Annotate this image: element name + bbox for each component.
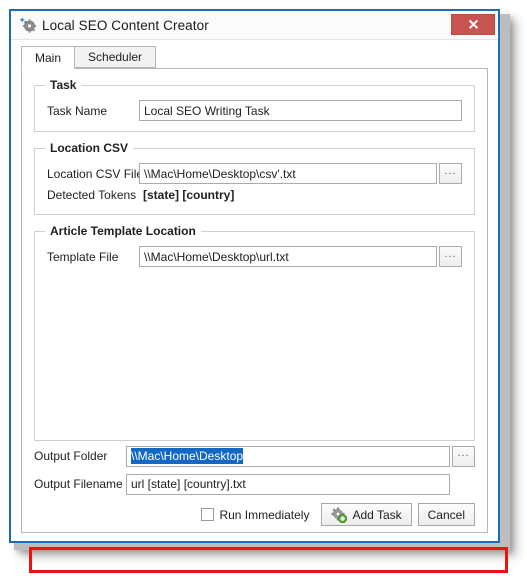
row-template-file: Template File \\Mac\Home\Desktop\url.txt… (47, 246, 462, 267)
tab-page-main: Task Task Name Local SEO Writing Task Lo… (21, 68, 508, 573)
title-bar: Local SEO Content Creator (11, 11, 498, 40)
detected-tokens-label: Detected Tokens (47, 188, 137, 202)
close-button[interactable] (451, 14, 495, 35)
run-immediately-label: Run Immediately (219, 507, 310, 522)
output-filename-label: Output Filename (34, 477, 123, 491)
gear-plus-icon (331, 507, 348, 523)
task-name-input[interactable]: Local SEO Writing Task (139, 100, 462, 121)
template-file-label: Template File (47, 249, 119, 264)
location-csv-browse-button[interactable]: ... (439, 163, 462, 184)
location-csv-file-label: Location CSV File (47, 166, 144, 181)
group-task: Task Task Name Local SEO Writing Task (34, 78, 475, 132)
run-immediately-checkbox[interactable]: Run Immediately (201, 508, 309, 522)
template-file-browse-button[interactable]: ... (439, 246, 462, 267)
tab-main[interactable]: Main (21, 46, 76, 69)
tab-scheduler-label: Scheduler (88, 50, 143, 64)
output-folder-browse-button[interactable]: ... (452, 445, 475, 467)
output-filename-input[interactable]: url [state] [country].txt (126, 473, 450, 495)
output-filename-highlight-annotation (29, 547, 508, 573)
tab-main-label: Main (35, 50, 62, 65)
location-csv-file-value: \\Mac\Home\Desktop\csv'.txt (144, 166, 296, 181)
output-folder-value: \\Mac\Home\Desktop (131, 448, 244, 464)
template-file-value: \\Mac\Home\Desktop\url.txt (144, 249, 289, 264)
ellipsis-icon: ... (457, 447, 470, 459)
dialog-footer: Run Immediately Add Task Cancel (34, 503, 475, 526)
location-csv-file-input[interactable]: \\Mac\Home\Desktop\csv'.txt (139, 163, 437, 184)
row-detected-tokens: Detected Tokens [state] [country] (47, 186, 462, 204)
group-location-csv-title: Location CSV (45, 141, 134, 155)
row-output-filename: Output Filename url [state] [country].tx… (34, 473, 475, 495)
add-task-button[interactable]: Add Task (321, 503, 412, 526)
row-location-csv-file: Location CSV File \\Mac\Home\Desktop\csv… (47, 163, 462, 184)
cancel-button[interactable]: Cancel (417, 503, 475, 526)
tab-strip: Main Scheduler (21, 44, 498, 69)
output-folder-input[interactable]: \\Mac\Home\Desktop (126, 445, 450, 467)
screenshot-canvas: Local SEO Content Creator Main Scheduler… (0, 0, 527, 576)
gear-sparkle-icon (19, 16, 37, 34)
group-location-csv: Location CSV Location CSV File \\Mac\Hom… (34, 141, 475, 215)
close-icon (468, 19, 478, 29)
output-section: Output Folder \\Mac\Home\Desktop ... Out… (34, 445, 475, 495)
output-filename-value: url [state] [country].txt (131, 477, 246, 491)
task-name-value: Local SEO Writing Task (144, 103, 270, 118)
tab-scheduler[interactable]: Scheduler (74, 46, 157, 68)
detected-tokens-value: [state] [country] (143, 188, 235, 202)
group-article-template: Article Template Location Template File … (34, 224, 475, 441)
group-article-template-title: Article Template Location (45, 224, 201, 238)
ellipsis-icon: ... (444, 247, 457, 260)
template-file-input[interactable]: \\Mac\Home\Desktop\url.txt (139, 246, 437, 267)
window-title: Local SEO Content Creator (42, 17, 209, 33)
ellipsis-icon: ... (444, 164, 457, 177)
row-output-folder: Output Folder \\Mac\Home\Desktop ... (34, 445, 475, 467)
row-task-name: Task Name Local SEO Writing Task (47, 100, 462, 121)
task-name-label: Task Name (47, 103, 108, 118)
add-task-label: Add Task (352, 507, 402, 522)
cancel-label: Cancel (427, 507, 465, 522)
checkbox-box (201, 508, 215, 521)
dialog-window: Local SEO Content Creator Main Scheduler… (9, 9, 508, 573)
group-task-title: Task (45, 78, 82, 92)
output-folder-label: Output Folder (34, 449, 108, 463)
